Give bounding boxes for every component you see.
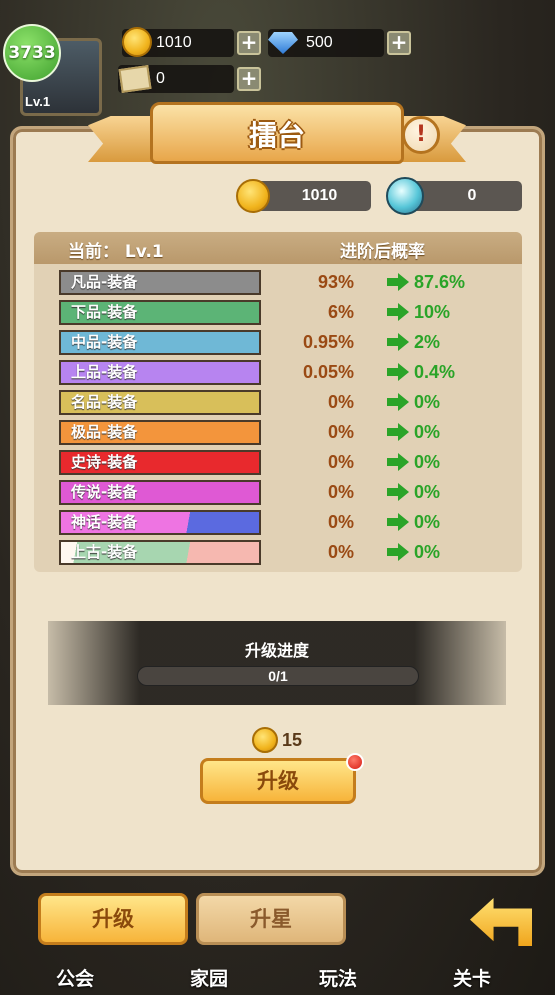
panel-gold-value: 1010 — [301, 187, 338, 204]
progress-value: 0/1 — [268, 668, 288, 684]
probability-row: 0.05% 0.4% — [34, 360, 522, 385]
current-probability: 0% — [327, 542, 354, 562]
diamond-value: 500 — [306, 34, 333, 51]
upgrade-button[interactable]: 升级 — [200, 758, 356, 804]
probability-row: 93% 87.6% — [34, 270, 522, 295]
cost-coin-icon — [252, 727, 278, 753]
probability-table: 当前： Lv.1 进阶后概率 凡品-装备 93% 87.6% 下品-装备 6% 10% 中品… — [34, 232, 522, 572]
current-probability: 0% — [327, 452, 354, 472]
after-probability: 0% — [414, 512, 441, 532]
gold-value: 1010 — [156, 34, 192, 51]
nav-home[interactable]: 家园 — [190, 964, 228, 991]
probability-row: 0% 0% — [34, 390, 522, 415]
diamond-counter: 500 — [268, 29, 384, 57]
current-probability: 0.05% — [302, 362, 354, 382]
arrow-right-icon — [387, 543, 409, 561]
current-probability: 0% — [327, 512, 354, 532]
arrow-right-icon — [387, 483, 409, 501]
current-probability: 0% — [327, 482, 354, 502]
arrow-right-icon — [387, 303, 409, 321]
nav-guild[interactable]: 公会 — [56, 964, 94, 991]
probability-row: 0.95% 2% — [34, 330, 522, 355]
after-probability: 0% — [414, 422, 441, 442]
after-probability: 87.6% — [414, 272, 466, 292]
notification-dot — [346, 753, 364, 771]
probability-row: 0% 0% — [34, 540, 522, 565]
ticket-counter: 0 — [118, 65, 234, 93]
add-ticket-button[interactable]: + — [237, 67, 261, 91]
after-probability: 2% — [414, 332, 441, 352]
header-after: 进阶后概率 — [340, 242, 425, 262]
current-probability: 0% — [327, 392, 354, 412]
gold-coin-icon — [122, 27, 152, 57]
arrow-right-icon — [387, 273, 409, 291]
probability-row: 0% 0% — [34, 450, 522, 475]
arrow-right-icon — [387, 363, 409, 381]
gold-counter: 1010 — [122, 27, 234, 57]
nav-levels[interactable]: 关卡 — [453, 964, 491, 991]
after-probability: 0% — [414, 482, 441, 502]
current-probability: 0% — [327, 422, 354, 442]
current-probability: 0.95% — [302, 332, 354, 352]
probability-row: 0% 0% — [34, 510, 522, 535]
ticket-icon — [118, 65, 152, 93]
table-header: 当前： Lv.1 进阶后概率 — [34, 232, 522, 264]
after-probability: 10% — [414, 302, 451, 322]
ticket-value: 0 — [156, 70, 165, 87]
probability-row: 0% 0% — [34, 420, 522, 445]
upgrade-cost: 15 — [282, 730, 303, 750]
current-probability: 6% — [327, 302, 354, 322]
header-current: 当前： Lv.1 — [68, 242, 164, 262]
panel-gold-counter: 1010 — [254, 181, 371, 211]
probability-row: 6% 10% — [34, 300, 522, 325]
probability-row: 0% 0% — [34, 480, 522, 505]
nav-gameplay[interactable]: 玩法 — [319, 964, 357, 991]
add-diamond-button[interactable]: + — [387, 31, 411, 55]
player-level: Lv.1 — [25, 94, 51, 109]
badge-counter[interactable]: 3733 — [3, 24, 61, 82]
tab-upgrade[interactable]: 升级 — [38, 893, 188, 945]
arrow-right-icon — [387, 393, 409, 411]
upgrade-progress: 升级进度 0/1 — [48, 621, 506, 705]
after-probability: 0% — [414, 452, 441, 472]
after-probability: 0.4% — [414, 362, 456, 382]
current-probability: 93% — [317, 272, 354, 292]
diamond-icon — [268, 32, 298, 54]
tab-star[interactable]: 升星 — [196, 893, 346, 945]
panel-crystal-value: 0 — [467, 187, 477, 204]
arrow-right-icon — [387, 333, 409, 351]
after-probability: 0% — [414, 392, 441, 412]
after-probability: 0% — [414, 542, 441, 562]
panel-gold-coin-icon — [236, 179, 270, 213]
progress-bar: 0/1 — [137, 666, 419, 686]
arrow-right-icon — [387, 513, 409, 531]
progress-label: 升级进度 — [244, 641, 309, 660]
info-button[interactable]: ! — [402, 116, 440, 154]
bottom-nav: 公会 家园 玩法 关卡 — [0, 960, 555, 995]
arrow-right-icon — [387, 453, 409, 471]
arrow-right-icon — [387, 423, 409, 441]
crystal-icon — [386, 177, 424, 215]
add-gold-button[interactable]: + — [237, 31, 261, 55]
